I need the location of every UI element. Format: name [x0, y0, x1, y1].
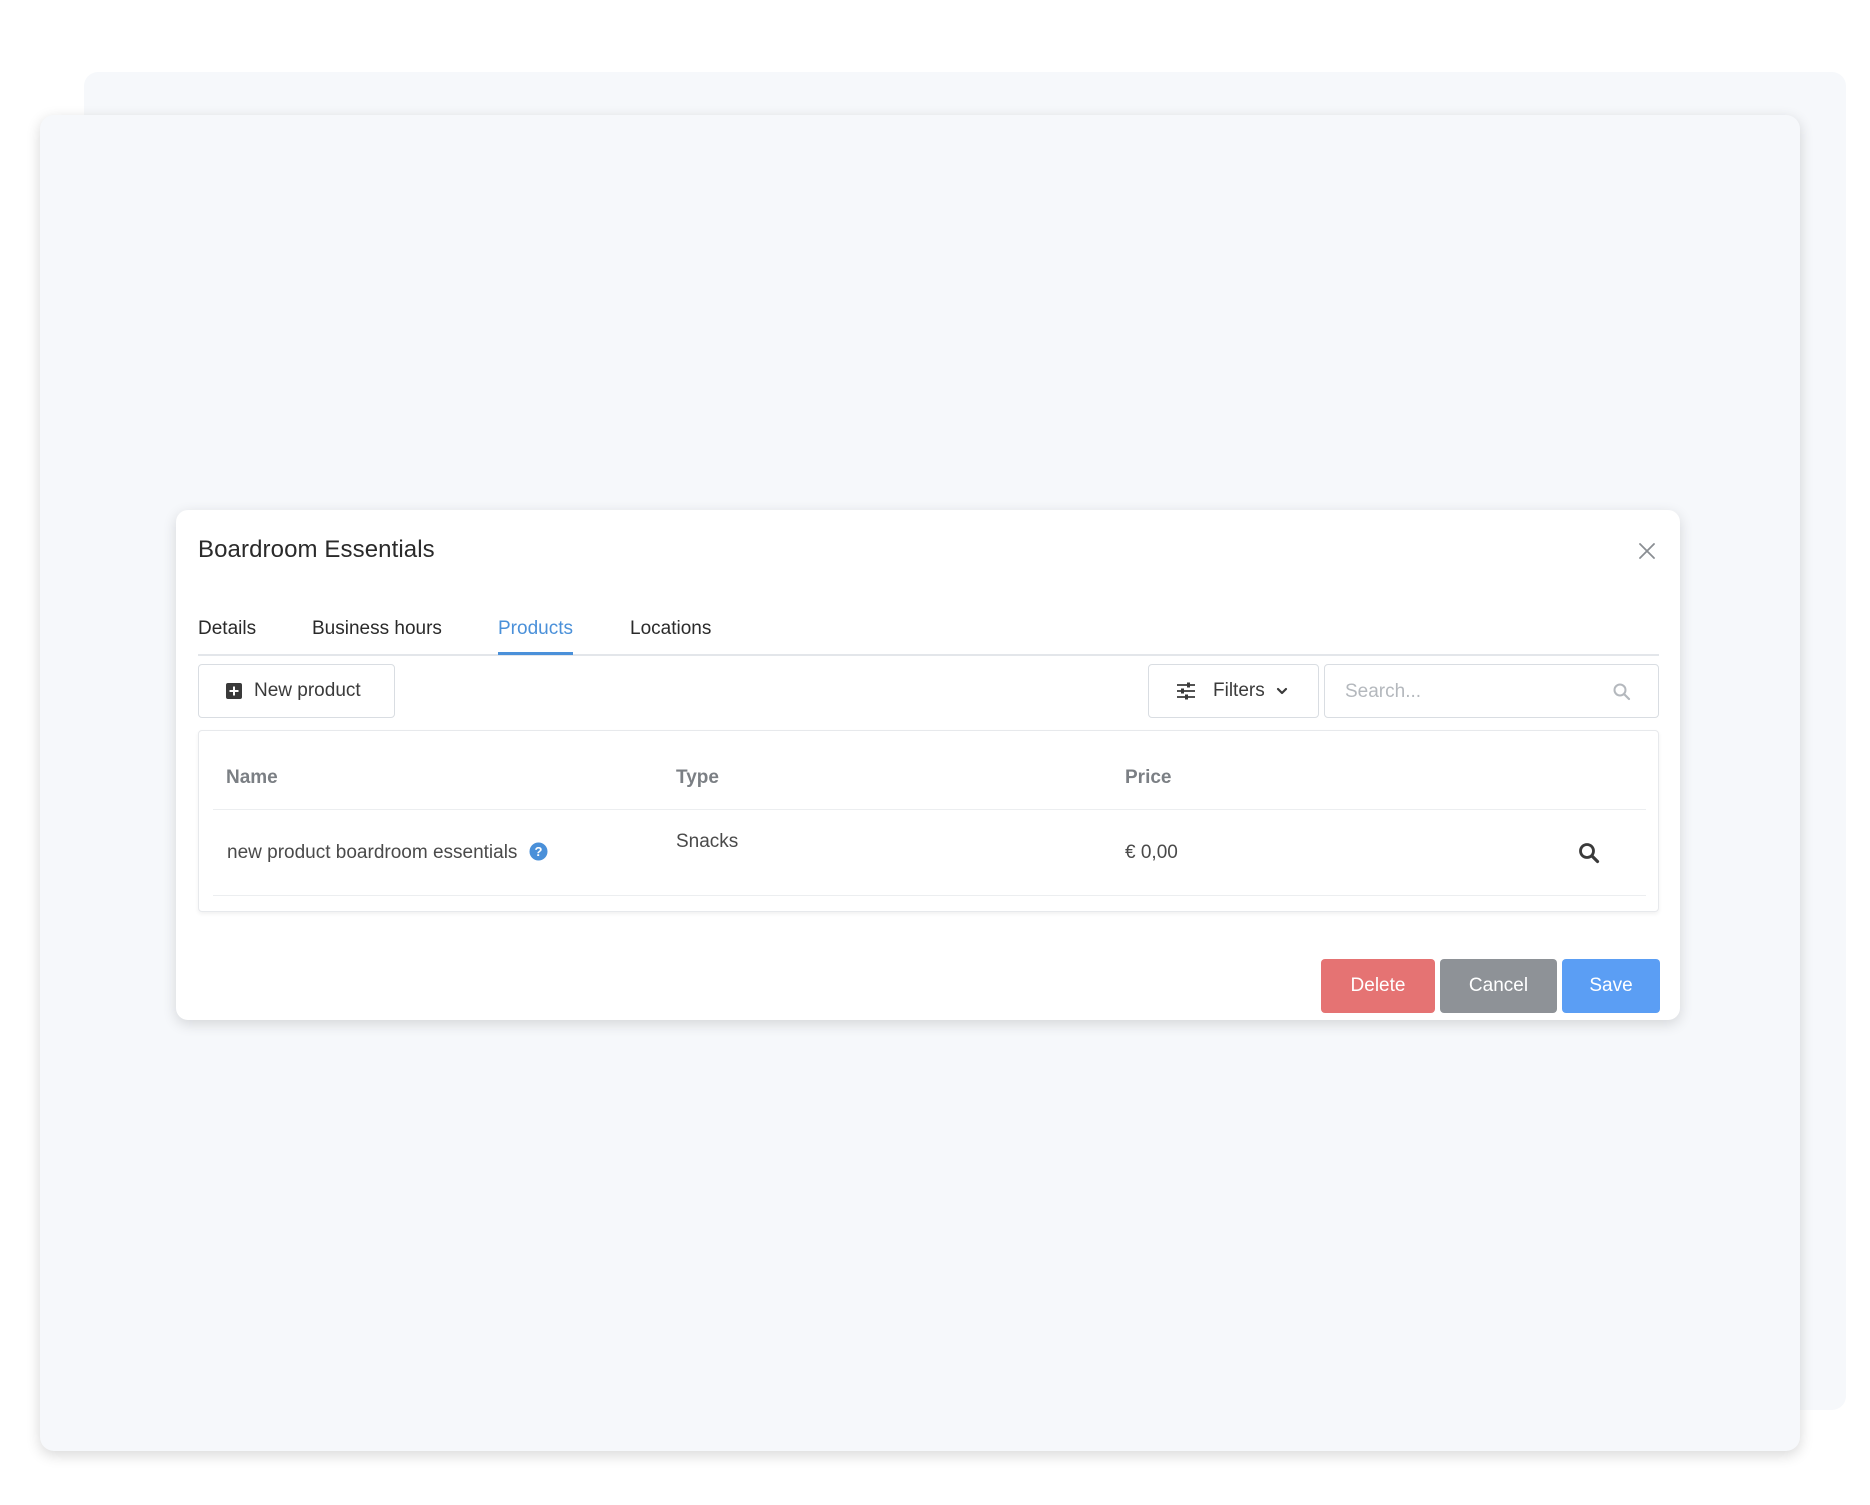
tab-products[interactable]: Products — [498, 618, 573, 655]
filters-button[interactable]: Filters — [1148, 664, 1319, 718]
product-type-cell: Snacks — [676, 831, 739, 852]
product-name-cell: new product boardroom essentials ? — [227, 842, 548, 864]
tab-locations[interactable]: Locations — [630, 618, 711, 652]
tab-details[interactable]: Details — [198, 618, 256, 652]
view-product-search-icon[interactable] — [1577, 841, 1601, 865]
chevron-down-icon — [1276, 687, 1287, 695]
column-header-name: Name — [226, 767, 278, 788]
modal-title: Boardroom Essentials — [198, 536, 435, 563]
search-field[interactable] — [1324, 664, 1659, 718]
product-price-cell: € 0,00 — [1125, 842, 1178, 863]
svg-text:?: ? — [534, 844, 542, 859]
cancel-button[interactable]: Cancel — [1440, 959, 1557, 1013]
tab-bar: Details Business hours Products Location… — [198, 604, 1659, 656]
product-name: new product boardroom essentials — [227, 842, 518, 863]
save-button[interactable]: Save — [1562, 959, 1660, 1013]
products-table: Name Type Price new product boardroom es… — [198, 730, 1659, 912]
search-input[interactable] — [1345, 679, 1595, 705]
delete-button[interactable]: Delete — [1321, 959, 1435, 1013]
row-divider — [213, 895, 1646, 896]
plus-square-icon — [226, 683, 242, 699]
tab-business-hours[interactable]: Business hours — [312, 618, 442, 652]
new-product-label: New product — [254, 680, 361, 701]
sliders-icon — [1177, 682, 1195, 700]
filters-label: Filters — [1213, 680, 1265, 701]
close-icon — [1639, 543, 1655, 559]
column-header-price: Price — [1125, 767, 1172, 788]
header-divider — [213, 809, 1646, 810]
search-icon — [1613, 683, 1631, 701]
close-button[interactable] — [1634, 538, 1660, 564]
product-modal: Boardroom Essentials Details Business ho… — [176, 510, 1680, 1020]
column-header-type: Type — [676, 767, 719, 788]
help-icon[interactable]: ? — [529, 842, 548, 861]
new-product-button[interactable]: New product — [198, 664, 395, 718]
